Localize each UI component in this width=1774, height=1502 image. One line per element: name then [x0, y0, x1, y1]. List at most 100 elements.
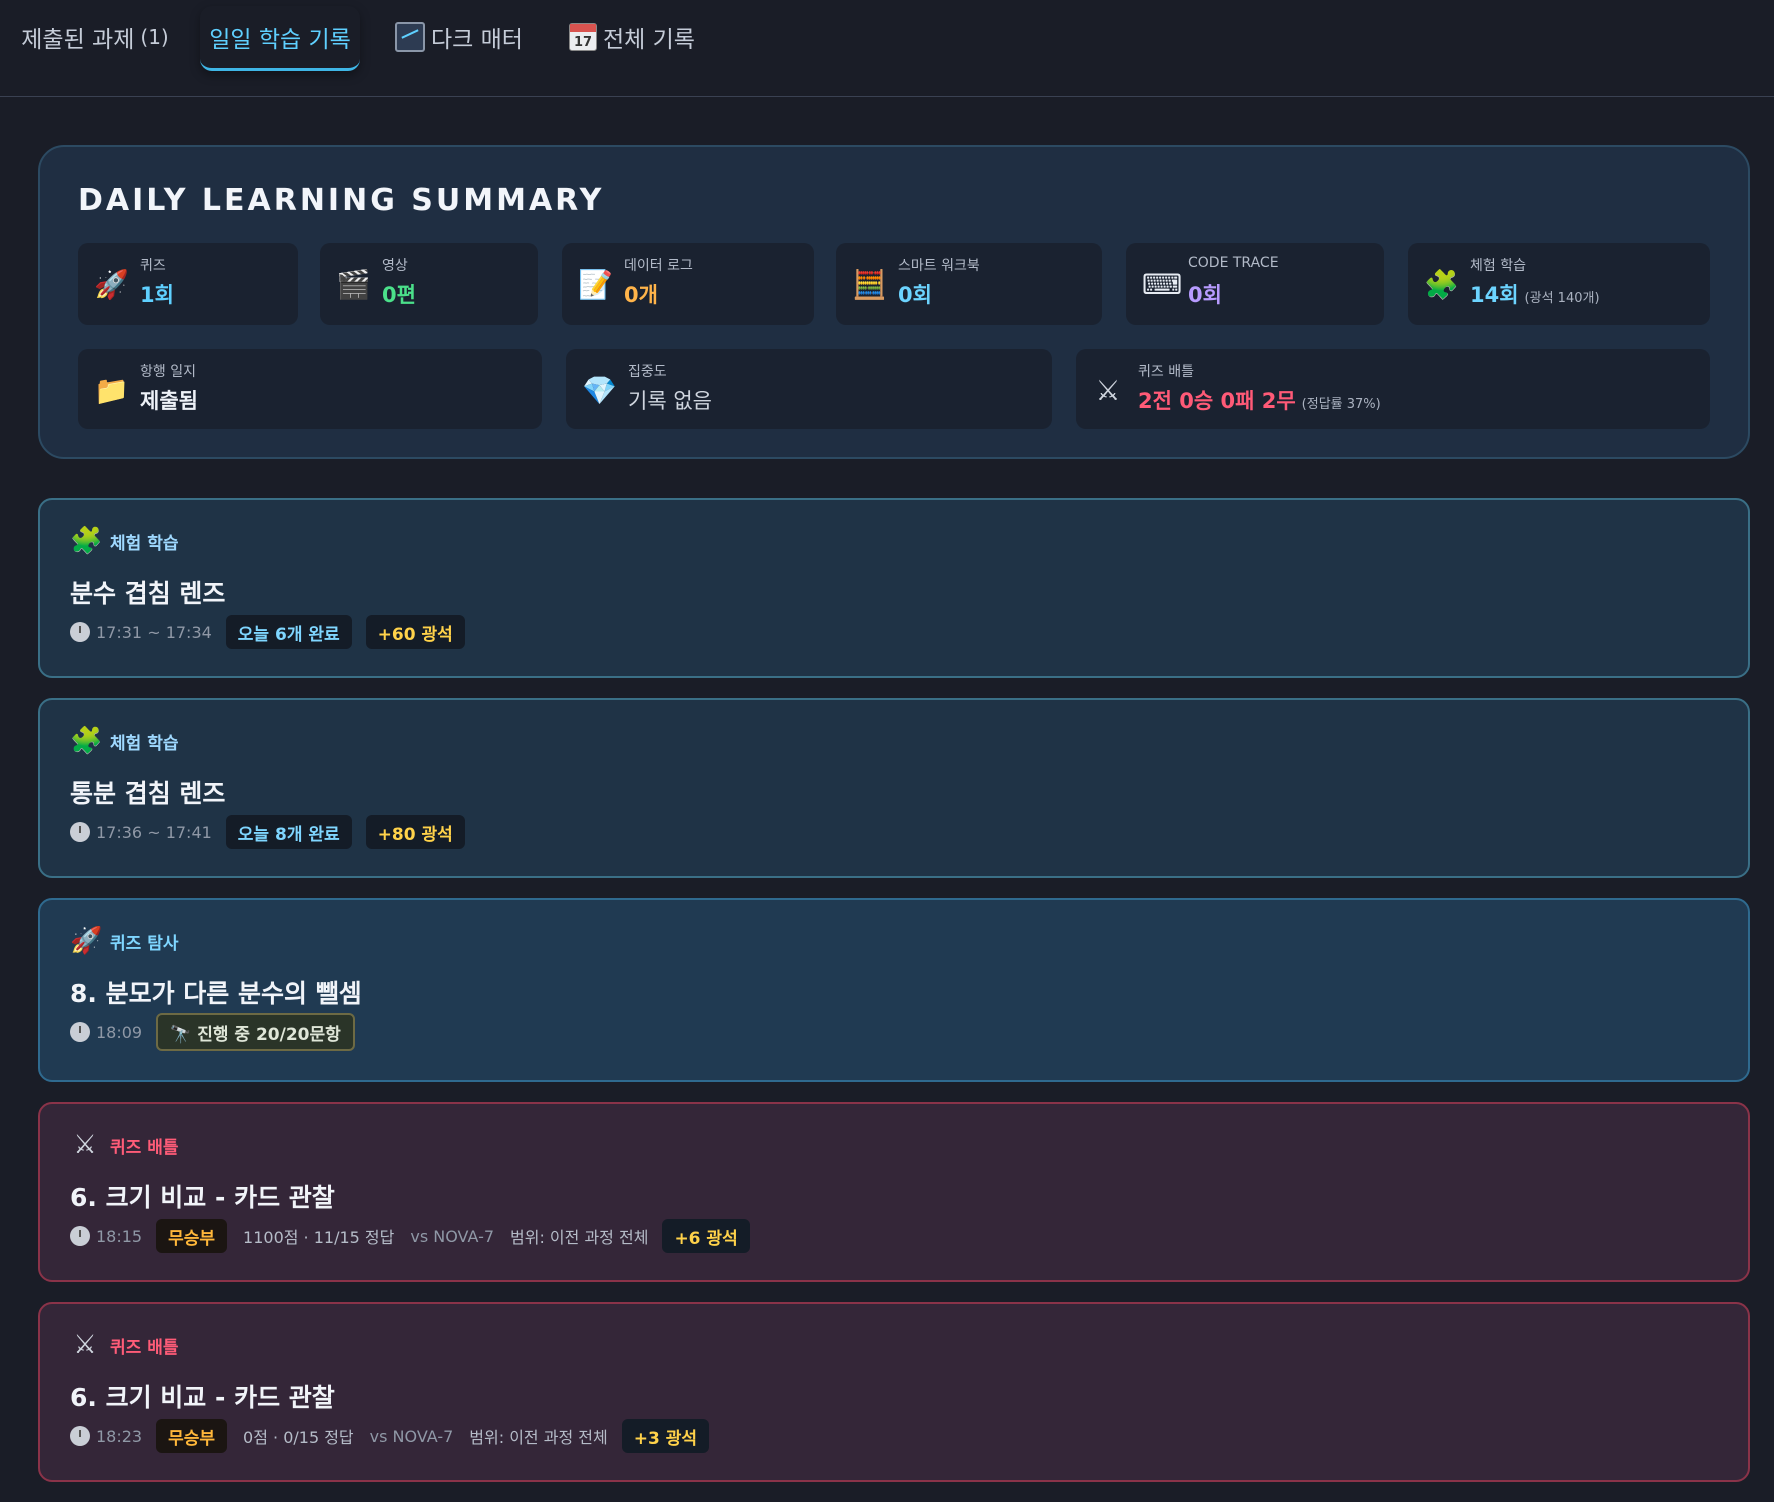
record-category: ⚔ 퀴즈 배틀: [70, 1130, 178, 1160]
result-badge: 무승부: [156, 1419, 228, 1453]
puzzle-icon: 🧩: [70, 726, 103, 756]
record-card[interactable]: 🧩 체험 학습 통분 겹침 렌즈 17:36 ~ 17:41 오늘 8개 완료 …: [38, 698, 1750, 878]
record-time: 18:15: [96, 1226, 143, 1246]
record-meta: 18:23 무승부 0점 · 0/15 정답 vs NOVA-7 범위: 이전 …: [70, 1418, 709, 1454]
stat-value-sub: (광석 140개): [1524, 291, 1600, 306]
record-title: 8. 분모가 다른 분수의 뺄셈: [70, 979, 362, 1008]
stat-data-log: 📝 데이터 로그 0개: [562, 243, 814, 325]
battle-opponent: vs NOVA-7: [369, 1426, 454, 1446]
stat-experience-learning: 🧩 체험 학습 14회 (광석 140개): [1408, 243, 1710, 325]
record-category: 🚀 퀴즈 탐사: [70, 926, 178, 956]
tab-all-records[interactable]: 17 전체 기록: [556, 6, 708, 68]
stat-value: 0회: [1188, 283, 1222, 307]
record-card[interactable]: 🚀 퀴즈 탐사 8. 분모가 다른 분수의 뺄셈 18:09 🔭 진행 중 20…: [38, 898, 1750, 1082]
category-label: 퀴즈 배틀: [110, 1337, 179, 1358]
record-meta: 17:31 ~ 17:34 오늘 6개 완료 +60 광석: [70, 614, 465, 650]
tab-label: 전체 기록: [603, 27, 695, 53]
gem-icon: 💎: [582, 374, 617, 407]
record-meta: 18:09 🔭 진행 중 20/20문항: [70, 1013, 355, 1051]
stat-value: 제출됨: [140, 389, 198, 413]
record-time: 17:31 ~ 17:34: [96, 622, 212, 642]
record-title: 6. 크기 비교 - 카드 관찰: [70, 1183, 335, 1212]
stat-value: 0개: [624, 283, 658, 307]
ore-reward-badge: +60 광석: [365, 615, 465, 649]
swords-icon: ⚔: [73, 1130, 97, 1160]
stat-label: 퀴즈: [140, 258, 166, 274]
category-label: 체험 학습: [110, 533, 179, 554]
ore-reward-badge: +80 광석: [365, 815, 465, 849]
stat-label: 집중도: [628, 364, 667, 380]
ore-reward-badge: +6 광석: [662, 1219, 750, 1253]
record-title: 분수 겹침 렌즈: [70, 579, 226, 608]
stat-value: 0편: [382, 283, 416, 307]
ore-reward-badge: +3 광석: [621, 1419, 709, 1453]
tab-label: 다크 매터: [431, 27, 523, 53]
stat-label: 스마트 워크북: [898, 258, 980, 274]
category-label: 체험 학습: [110, 733, 179, 754]
clock-icon: [70, 1426, 90, 1446]
calendar-icon: 17: [569, 23, 598, 51]
result-badge: 무승부: [156, 1219, 228, 1253]
daily-learning-summary: DAILY LEARNING SUMMARY 🚀 퀴즈 1회 🎬 영상 0편 📝…: [38, 145, 1750, 459]
summary-title: DAILY LEARNING SUMMARY: [78, 183, 605, 218]
tab-daily-learning-log[interactable]: 일일 학습 기록: [200, 6, 360, 71]
tab-submitted-assignments[interactable]: 제출된 과제 (1): [14, 6, 176, 68]
battle-score: 1100점 · 11/15 정답: [243, 1228, 395, 1247]
folder-icon: 📁: [94, 374, 129, 407]
progress-badge: 🔭 진행 중 20/20문항: [156, 1013, 355, 1051]
record-category: ⚔ 퀴즈 배틀: [70, 1330, 178, 1360]
stat-navigation-log: 📁 항행 일지 제출됨: [78, 349, 542, 429]
category-label: 퀴즈 탐사: [110, 933, 179, 954]
tab-label: 제출된 과제: [21, 27, 135, 53]
stat-label: 항행 일지: [140, 364, 196, 380]
record-category: 🧩 체험 학습: [70, 526, 178, 556]
clock-icon: [70, 622, 90, 642]
stat-value: 0회: [898, 283, 932, 307]
stat-value: 기록 없음: [628, 389, 712, 413]
clock-icon: [70, 822, 90, 842]
chart-icon: [395, 22, 426, 52]
rocket-icon: 🚀: [94, 268, 129, 301]
puzzle-icon: 🧩: [1424, 268, 1459, 301]
stat-label: 퀴즈 배틀: [1138, 364, 1194, 380]
stat-value-sub: (정답률 37%): [1301, 397, 1381, 412]
stat-label: CODE TRACE: [1188, 255, 1279, 271]
battle-score: 0점 · 0/15 정답: [243, 1428, 354, 1447]
stat-label: 데이터 로그: [624, 258, 693, 274]
battle-scope: 범위: 이전 과정 전체: [469, 1428, 608, 1447]
record-card[interactable]: ⚔ 퀴즈 배틀 6. 크기 비교 - 카드 관찰 18:15 무승부 1100점…: [38, 1102, 1750, 1282]
clock-icon: [70, 1226, 90, 1246]
clapper-icon: 🎬: [336, 268, 371, 301]
category-label: 퀴즈 배틀: [110, 1137, 179, 1158]
stat-video: 🎬 영상 0편: [320, 243, 538, 325]
swords-icon: ⚔: [73, 1330, 97, 1360]
abacus-icon: 🧮: [852, 268, 887, 301]
puzzle-icon: 🧩: [70, 526, 103, 556]
stat-quiz: 🚀 퀴즈 1회: [78, 243, 298, 325]
record-card[interactable]: 🧩 체험 학습 분수 겹침 렌즈 17:31 ~ 17:34 오늘 6개 완료 …: [38, 498, 1750, 678]
tab-dark-matter[interactable]: 다크 매터: [386, 6, 532, 68]
battle-scope: 범위: 이전 과정 전체: [510, 1228, 649, 1247]
record-title: 6. 크기 비교 - 카드 관찰: [70, 1383, 335, 1412]
keyboard-icon: ⌨: [1142, 268, 1183, 301]
stat-value-main: 14회: [1470, 283, 1519, 307]
rocket-icon: 🚀: [70, 926, 103, 956]
stat-label: 영상: [382, 258, 408, 274]
swords-icon: ⚔: [1095, 374, 1121, 407]
tab-count: (1): [140, 25, 169, 49]
stat-code-trace: ⌨ CODE TRACE 0회: [1126, 243, 1384, 325]
battle-opponent: vs NOVA-7: [410, 1226, 495, 1246]
record-card[interactable]: ⚔ 퀴즈 배틀 6. 크기 비교 - 카드 관찰 18:23 무승부 0점 · …: [38, 1302, 1750, 1482]
stat-quiz-battle: ⚔ 퀴즈 배틀 2전 0승 0패 2무 (정답률 37%): [1076, 349, 1710, 429]
memo-icon: 📝: [578, 268, 613, 301]
record-time: 18:09: [96, 1022, 143, 1042]
tab-bar: 제출된 과제 (1) 일일 학습 기록 다크 매터 17 전체 기록: [0, 0, 1774, 97]
record-meta: 17:36 ~ 17:41 오늘 8개 완료 +80 광석: [70, 814, 465, 850]
record-title: 통분 겹침 렌즈: [70, 779, 226, 808]
completion-badge: 오늘 8개 완료: [225, 815, 352, 849]
stat-value-main: 2전 0승 0패 2무: [1138, 389, 1296, 413]
stat-value: 2전 0승 0패 2무 (정답률 37%): [1138, 385, 1381, 415]
stat-value: 14회 (광석 140개): [1470, 279, 1600, 309]
stat-smart-workbook: 🧮 스마트 워크북 0회: [836, 243, 1102, 325]
calendar-icon-date: 17: [573, 35, 593, 50]
